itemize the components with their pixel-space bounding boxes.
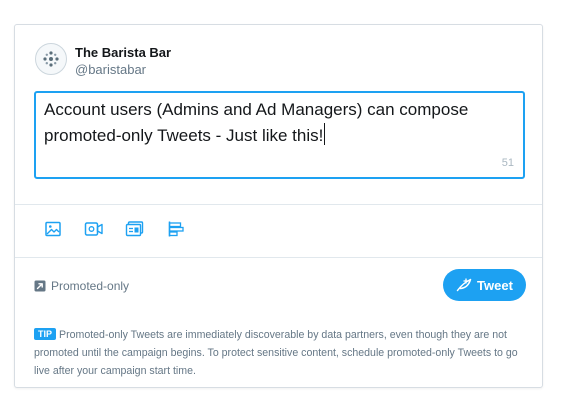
tweet-button-label: Tweet — [477, 277, 513, 293]
video-icon — [84, 222, 103, 236]
text-cursor — [324, 123, 326, 145]
tweet-button[interactable]: Tweet — [443, 269, 526, 301]
character-counter: 51 — [501, 157, 514, 169]
add-photo-button[interactable] — [42, 218, 64, 240]
tweet-textarea[interactable]: Account users (Admins and Ad Managers) c… — [34, 91, 525, 179]
add-card-button[interactable] — [124, 218, 146, 240]
add-poll-button[interactable] — [165, 218, 187, 240]
account-name: The Barista Bar — [75, 45, 172, 60]
divider — [15, 257, 542, 258]
promoted-only-indicator: Promoted-only — [34, 279, 129, 293]
tip-message: TIP Promoted-only Tweets are immediately … — [34, 326, 529, 380]
promoted-only-label: Promoted-only — [51, 279, 130, 293]
add-video-button[interactable] — [83, 218, 105, 240]
tip-text: Promoted-only Tweets are immediately dis… — [34, 329, 518, 377]
account-handle: @baristabar — [75, 62, 147, 77]
poll-icon — [168, 221, 184, 237]
card-icon — [125, 221, 144, 237]
tip-badge: TIP — [34, 328, 57, 340]
tweet-composer-card: The Barista Bar @baristabar Account user… — [14, 24, 543, 388]
barista-logo-icon[interactable] — [35, 43, 67, 75]
tweet-text-content: Account users (Admins and Ad Managers) c… — [44, 97, 514, 149]
divider — [15, 204, 542, 205]
feather-icon — [456, 278, 472, 292]
photo-icon — [45, 221, 61, 237]
tweet-text: Account users (Admins and Ad Managers) c… — [44, 100, 469, 145]
promoted-arrow-icon — [34, 280, 46, 292]
